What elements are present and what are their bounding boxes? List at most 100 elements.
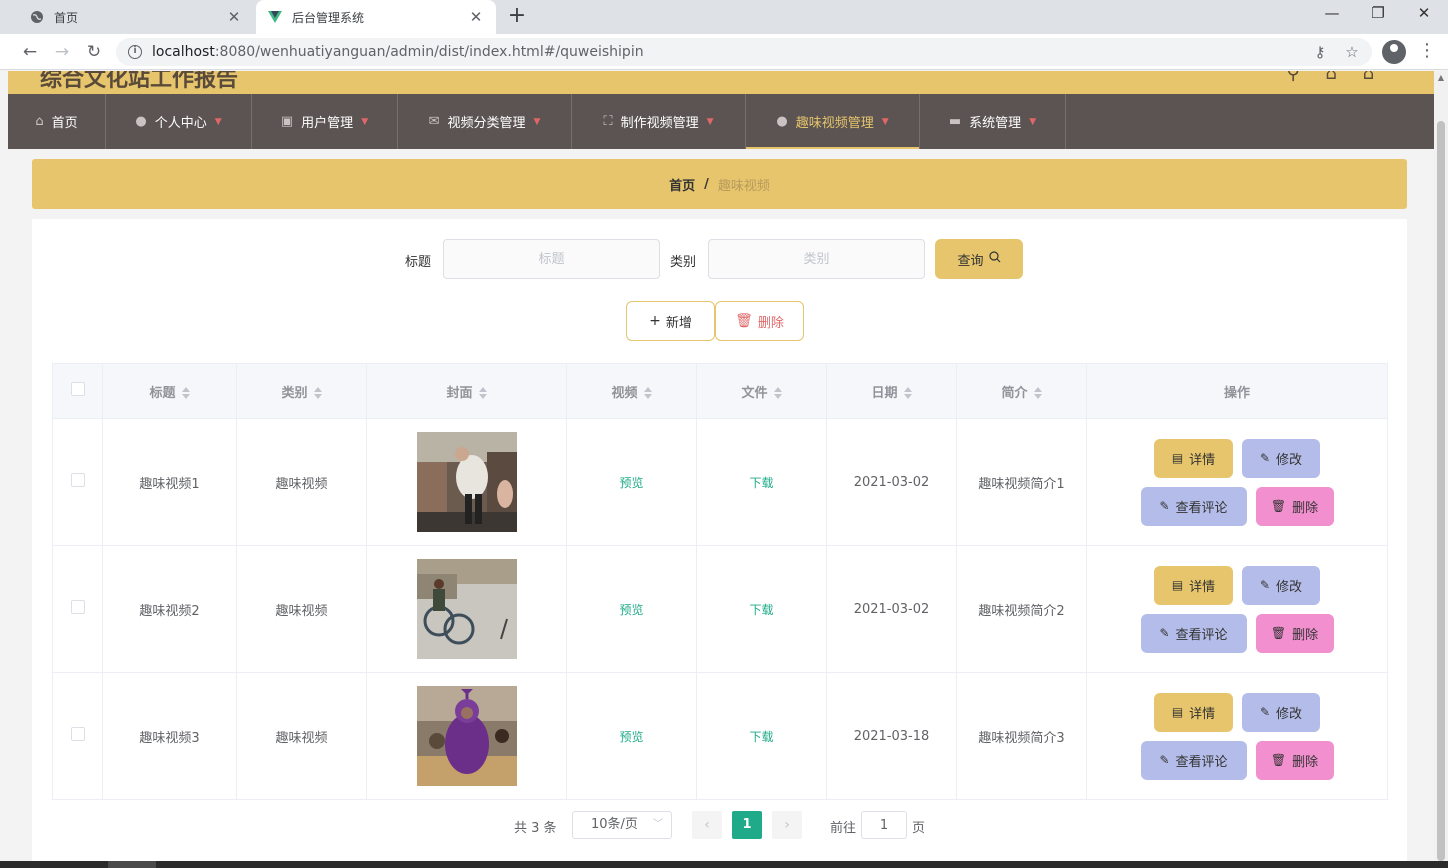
- nav-production-video[interactable]: ⛶ 制作视频管理 ▼: [572, 94, 746, 149]
- nav-system-management[interactable]: ▬ 系统管理 ▼: [920, 94, 1066, 149]
- add-label: 新增: [665, 315, 692, 331]
- actions-cell: ▤ 详情 ✎ 修改 ✎ 查看评论 🗑 删除: [1086, 672, 1388, 800]
- download-link[interactable]: 下载: [749, 603, 773, 617]
- delete-button[interactable]: 🗑 删除: [1255, 486, 1334, 526]
- breadcrumb-home[interactable]: 首页: [669, 175, 695, 194]
- add-button[interactable]: + 新增: [626, 301, 715, 341]
- edit-button[interactable]: ✎ 修改: [1242, 565, 1320, 605]
- cover-image[interactable]: [416, 686, 517, 786]
- nav-label: 视频分类管理: [447, 116, 526, 131]
- forward-arrow-icon[interactable]: →: [51, 41, 73, 63]
- detail-label: 详情: [1189, 579, 1216, 595]
- delete-label: 删除: [757, 315, 784, 331]
- comments-label: 查看评论: [1175, 627, 1228, 643]
- nav-video-category[interactable]: ✉ 视频分类管理 ▼: [398, 94, 572, 149]
- back-arrow-icon[interactable]: ←: [19, 41, 41, 63]
- file-cell: 下载: [696, 545, 827, 673]
- browser-tab-admin[interactable]: 后台管理系统 ✕: [256, 0, 496, 34]
- category-search-input[interactable]: [708, 239, 925, 279]
- browser-menu-icon[interactable]: ⋮: [1418, 40, 1436, 64]
- column-header-title[interactable]: 标题: [102, 363, 237, 419]
- view-comments-button[interactable]: ✎ 查看评论: [1140, 613, 1247, 653]
- goto-label: 前往: [830, 821, 857, 836]
- pagination-total: 共 3 条: [514, 821, 557, 836]
- nav-user-management[interactable]: ▣ 用户管理 ▼: [252, 94, 398, 149]
- detail-button[interactable]: ▤ 详情: [1154, 565, 1233, 605]
- page-scrollbar[interactable]: ▲: [1434, 71, 1448, 861]
- table-row: 趣味视频2 趣味视频 预览 下载 2021-03-02 趣味视频简介2 ▤ 详情…: [52, 545, 1388, 673]
- edit-label: 修改: [1276, 452, 1303, 468]
- taskbar-item[interactable]: [108, 861, 156, 868]
- cover-image[interactable]: [416, 559, 517, 659]
- sort-icon[interactable]: [643, 387, 652, 399]
- column-header-date[interactable]: 日期: [826, 363, 957, 419]
- preview-link[interactable]: 预览: [619, 730, 643, 744]
- edit-button[interactable]: ✎ 修改: [1242, 692, 1320, 732]
- edit-button[interactable]: ✎ 修改: [1242, 438, 1320, 478]
- chevron-down-icon: ▼: [881, 116, 889, 127]
- sort-icon[interactable]: [1033, 387, 1042, 399]
- cover-image[interactable]: [416, 432, 517, 532]
- download-link[interactable]: 下载: [749, 476, 773, 490]
- delete-button[interactable]: 🗑 删除: [1255, 613, 1334, 653]
- close-tab-icon[interactable]: ✕: [468, 9, 484, 25]
- new-tab-button[interactable]: +: [506, 5, 528, 28]
- goto-page-input[interactable]: [861, 811, 907, 839]
- column-header-intro[interactable]: 简介: [956, 363, 1087, 419]
- title-search-input[interactable]: [443, 239, 660, 279]
- video-cell: 预览: [566, 672, 697, 800]
- prev-page-button[interactable]: ‹: [692, 811, 722, 839]
- row-checkbox[interactable]: [70, 600, 85, 614]
- sort-icon[interactable]: [903, 387, 912, 399]
- detail-button[interactable]: ▤ 详情: [1154, 692, 1233, 732]
- browser-tab-strip: 首页 ✕ 后台管理系统 ✕ + — ❐ ✕: [0, 0, 1448, 34]
- view-comments-button[interactable]: ✎ 查看评论: [1140, 486, 1247, 526]
- browser-tab-home[interactable]: 首页 ✕: [18, 0, 254, 34]
- column-header-cover[interactable]: 封面: [366, 363, 567, 419]
- preview-link[interactable]: 预览: [619, 603, 643, 617]
- restore-window-icon[interactable]: ❐: [1358, 4, 1398, 26]
- query-button[interactable]: 查询: [935, 239, 1023, 279]
- header-label: 封面: [446, 385, 473, 401]
- close-tab-icon[interactable]: ✕: [226, 9, 242, 25]
- tab-title: 首页: [54, 10, 79, 25]
- nav-fun-video[interactable]: ● 趣味视频管理 ▼: [746, 94, 920, 149]
- sort-icon[interactable]: [773, 387, 782, 399]
- download-link[interactable]: 下载: [749, 730, 773, 744]
- actions-cell: ▤ 详情 ✎ 修改 ✎ 查看评论 🗑 删除: [1086, 545, 1388, 673]
- nav-home[interactable]: ⌂ 首页: [8, 94, 106, 149]
- column-header-video[interactable]: 视频: [566, 363, 697, 419]
- batch-delete-button[interactable]: 🗑 删除: [715, 301, 804, 341]
- sort-icon[interactable]: [478, 387, 487, 399]
- intro-cell: 趣味视频简介1: [956, 418, 1087, 546]
- next-page-button[interactable]: ›: [772, 811, 802, 839]
- scroll-up-icon[interactable]: ▲: [1434, 71, 1448, 85]
- header-user-area[interactable]: ⚲ ⌂ ⌂: [1287, 71, 1384, 84]
- page-size-select[interactable]: 10条/页 ﹀: [572, 811, 672, 839]
- minimize-window-icon[interactable]: —: [1312, 4, 1352, 26]
- sort-icon[interactable]: [313, 387, 322, 399]
- site-info-icon[interactable]: i: [128, 45, 142, 59]
- preview-link[interactable]: 预览: [619, 476, 643, 490]
- date-cell: 2021-03-02: [826, 418, 957, 546]
- row-checkbox[interactable]: [70, 473, 85, 487]
- profile-avatar[interactable]: [1382, 40, 1406, 64]
- column-header-category[interactable]: 类别: [236, 363, 367, 419]
- header-label: 类别: [281, 385, 308, 401]
- page-number-button[interactable]: 1: [732, 811, 762, 839]
- delete-button[interactable]: 🗑 删除: [1255, 740, 1334, 780]
- column-header-file[interactable]: 文件: [696, 363, 827, 419]
- scrollbar-thumb[interactable]: [1437, 121, 1445, 861]
- row-checkbox[interactable]: [70, 727, 85, 741]
- reload-icon[interactable]: ↻: [83, 41, 105, 63]
- detail-button[interactable]: ▤ 详情: [1154, 438, 1233, 478]
- key-icon[interactable]: ⚷: [1310, 42, 1330, 62]
- nav-personal-center[interactable]: ● 个人中心 ▼: [106, 94, 252, 149]
- select-all-checkbox[interactable]: [70, 382, 85, 396]
- view-comments-button[interactable]: ✎ 查看评论: [1140, 740, 1247, 780]
- sort-icon[interactable]: [181, 387, 190, 399]
- address-bar[interactable]: i localhost:8080/wenhuatiyanguan/admin/d…: [116, 38, 1372, 66]
- title-cell: 趣味视频2: [102, 545, 237, 673]
- close-window-icon[interactable]: ✕: [1404, 4, 1444, 26]
- bookmark-star-icon[interactable]: ☆: [1342, 42, 1362, 62]
